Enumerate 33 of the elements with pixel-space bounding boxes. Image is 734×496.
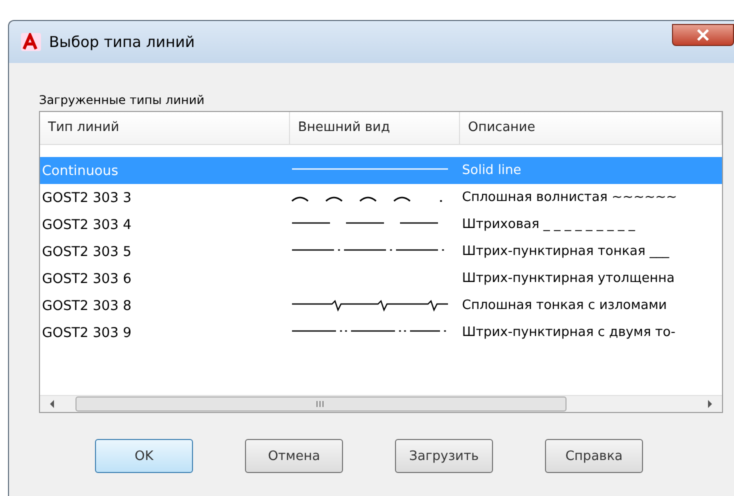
- linetype-name: GOST2 303 8: [41, 298, 132, 314]
- linetype-row[interactable]: GOST2 303 9 Штрих-пунктирная с двумя то-: [40, 319, 722, 346]
- linetype-row[interactable]: GOST2 303 6 Штрих-пунктирная утолщенна: [40, 265, 722, 292]
- dialog-button[interactable]: OK: [95, 439, 193, 473]
- linetype-name: GOST2 303 3: [41, 190, 132, 206]
- dialog-button[interactable]: Отмена: [245, 439, 343, 473]
- linetype-name: GOST2 303 6: [41, 270, 132, 286]
- linetype-description: Штрих-пунктирная утолщенна: [461, 271, 676, 286]
- horizontal-scrollbar[interactable]: [40, 395, 722, 412]
- linetype-description: Штрих-пунктирная с двумя то-: [461, 325, 676, 340]
- linetype-row[interactable]: GOST2 303 3 Сплошная волнистая ~~~~~~: [40, 184, 722, 211]
- linetype-name: Continuous: [41, 162, 120, 178]
- column-header[interactable]: Описание: [460, 112, 722, 144]
- linetype-name: GOST2 303 9: [41, 324, 132, 340]
- dialog-button[interactable]: Справка: [545, 439, 643, 473]
- linetype-description: Сплошная тонкая с изломами: [461, 298, 668, 313]
- linetype-name: GOST2 303 5: [41, 244, 132, 260]
- close-button[interactable]: [672, 24, 734, 46]
- app-logo-icon: [21, 33, 41, 51]
- linetype-row[interactable]: GOST2 303 8 Сплошная тонкая с изломами: [40, 292, 722, 319]
- linetype-description: Сплошная волнистая ~~~~~~: [461, 190, 678, 205]
- linetype-name: GOST2 303 4: [41, 216, 132, 232]
- linetype-description: Штрих-пунктирная тонкая ___: [461, 244, 670, 259]
- linetype-description: Штриховая _ _ _ _ _ _ _ _ _: [461, 217, 636, 232]
- column-header[interactable]: Тип линий: [40, 112, 290, 144]
- close-icon: [696, 29, 710, 41]
- linetype-row[interactable]: GOST2 303 4 Штриховая _ _ _ _ _ _ _ _ _: [40, 211, 722, 238]
- column-header[interactable]: Внешний вид: [290, 112, 460, 144]
- section-label: Загруженные типы линий: [39, 93, 206, 107]
- linetype-description: Solid line: [461, 163, 522, 178]
- dialog-button[interactable]: Загрузить: [395, 439, 493, 473]
- window-title: Выбор типа линий: [49, 33, 196, 51]
- linetype-row[interactable]: GOST2 303 5 Штрих-пунктирная тонкая ___: [40, 238, 722, 265]
